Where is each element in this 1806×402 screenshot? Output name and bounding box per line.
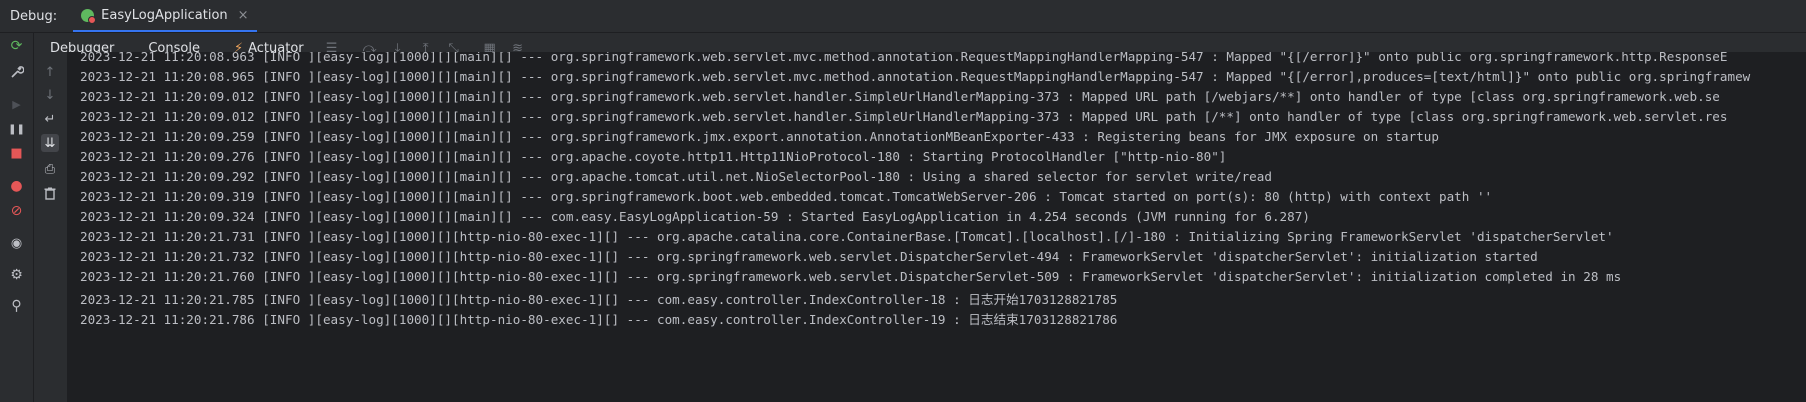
log-line: 2023-12-21 11:20:09.276 [INFO ][easy-log… — [80, 149, 1227, 164]
log-line: 2023-12-21 11:20:21.732 [INFO ][easy-log… — [80, 249, 1538, 264]
settings-icon[interactable]: ⚙ — [8, 267, 25, 284]
spring-run-icon — [81, 8, 97, 24]
console-output[interactable]: 2023-12-21 11:20:08.963 [INFO ][easy-log… — [67, 52, 1806, 402]
trash-icon[interactable] — [41, 184, 59, 202]
log-line: 2023-12-21 11:20:09.292 [INFO ][easy-log… — [80, 169, 1272, 184]
rerun-icon[interactable]: ⟳ — [8, 38, 25, 55]
tab-label: EasyLogApplication — [101, 7, 228, 23]
mute-breakpoints-icon[interactable]: ⊘ — [8, 203, 25, 220]
log-line: 2023-12-21 11:20:21.760 [INFO ][easy-log… — [80, 269, 1622, 284]
log-line: 2023-12-21 11:20:09.259 [INFO ][easy-log… — [80, 129, 1439, 144]
stop-icon[interactable]: ■ — [8, 145, 25, 162]
pause-icon[interactable]: ❚❚ — [8, 121, 25, 138]
resume-icon[interactable]: ▶ — [8, 96, 25, 113]
close-icon[interactable]: × — [238, 8, 249, 23]
log-line: 2023-12-21 11:20:21.731 [INFO ][easy-log… — [80, 229, 1614, 244]
console-side-actions: ↑ ↓ ↵ ⇊ ⎙ — [34, 63, 66, 402]
up-icon[interactable]: ↑ — [41, 63, 59, 81]
log-line: 2023-12-21 11:20:21.785 [INFO ][easy-log… — [80, 292, 1118, 307]
log-line: 2023-12-21 11:20:08.963 [INFO ][easy-log… — [80, 52, 1728, 64]
log-line: 2023-12-21 11:20:09.319 [INFO ][easy-log… — [80, 189, 1493, 204]
wrench-icon[interactable] — [8, 63, 25, 80]
pin-icon[interactable]: ⚲ — [8, 298, 25, 315]
down-icon[interactable]: ↓ — [41, 86, 59, 104]
log-line: 2023-12-21 11:20:09.012 [INFO ][easy-log… — [80, 109, 1728, 124]
debug-actions-bar: ⟳ ▶ ❚❚ ■ ● ⊘ ◉ ⚙ ⚲ — [0, 33, 34, 402]
scroll-to-end-icon[interactable]: ⇊ — [41, 134, 59, 152]
camera-icon[interactable]: ◉ — [8, 235, 25, 252]
debug-label: Debug: — [10, 8, 58, 24]
log-line: 2023-12-21 11:20:09.012 [INFO ][easy-log… — [80, 89, 1720, 104]
soft-wrap-icon[interactable]: ↵ — [41, 110, 59, 128]
view-breakpoints-icon[interactable]: ● — [8, 178, 25, 195]
print-icon[interactable]: ⎙ — [41, 160, 59, 178]
debug-tool-window-header: Debug: EasyLogApplication × — [0, 0, 1806, 33]
log-line: 2023-12-21 11:20:08.965 [INFO ][easy-log… — [80, 69, 1751, 84]
log-line: 2023-12-21 11:20:21.786 [INFO ][easy-log… — [80, 312, 1118, 327]
tab-easylogapplication[interactable]: EasyLogApplication × — [73, 0, 257, 32]
log-line: 2023-12-21 11:20:09.324 [INFO ][easy-log… — [80, 209, 1310, 224]
